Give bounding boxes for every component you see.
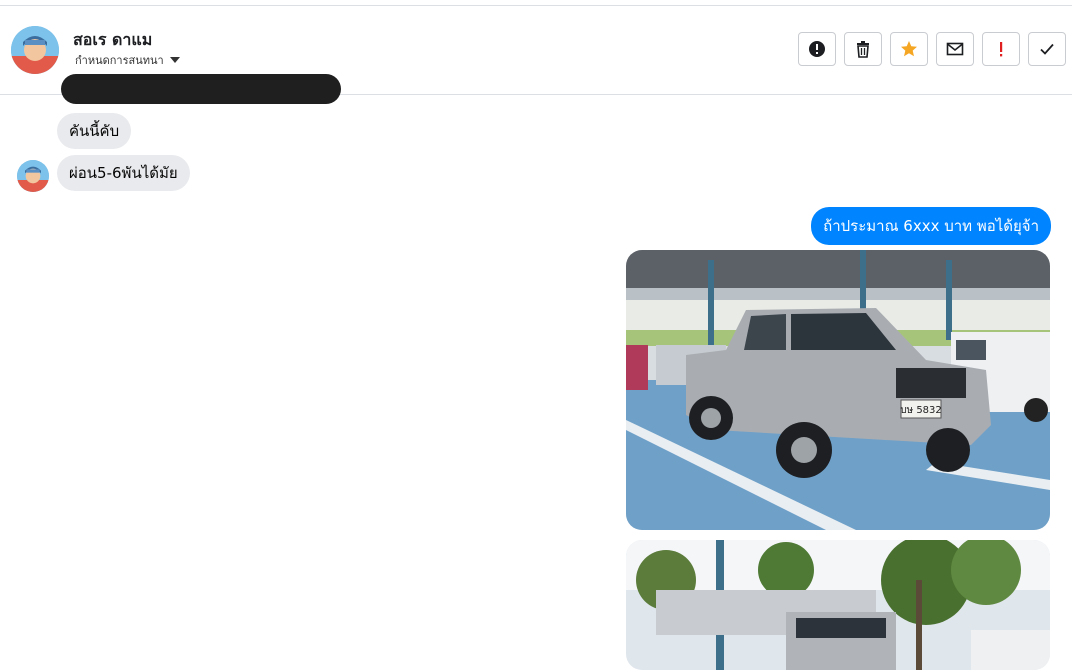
chevron-down-icon [169, 57, 180, 63]
envelope-icon [946, 42, 964, 56]
important-button[interactable] [982, 32, 1020, 66]
done-button[interactable] [1028, 32, 1066, 66]
star-icon [901, 41, 917, 57]
report-button[interactable] [798, 32, 836, 66]
outgoing-message[interactable]: ถ้าประมาณ 6xxx บาท พอได้ยุจ้า [811, 207, 1051, 245]
sender-avatar[interactable] [17, 160, 49, 192]
incoming-message[interactable]: ผ่อน5-6พันได้มัย [57, 155, 190, 191]
license-plate: บษ 5832 [900, 405, 942, 416]
car-photo-attachment[interactable] [626, 540, 1050, 670]
conversation-schedule-label: กำหนดการสนทนา [75, 54, 164, 67]
exclamation-icon [1000, 42, 1003, 57]
checkmark-icon [1040, 43, 1054, 55]
alert-circle-icon [809, 41, 825, 57]
car-photo-attachment[interactable]: บษ 5832 [626, 250, 1050, 530]
contact-avatar[interactable] [11, 26, 59, 74]
star-button[interactable] [890, 32, 928, 66]
conversation-toolbar [798, 32, 1066, 66]
contact-name[interactable]: สอเร ดาแม [73, 28, 152, 53]
trash-icon [857, 41, 869, 58]
incoming-message[interactable]: คันนี้คับ [57, 113, 132, 149]
previous-message-bubble[interactable] [61, 74, 341, 104]
conversation-schedule-dropdown[interactable]: กำหนดการสนทนา [75, 51, 180, 69]
mark-unread-button[interactable] [936, 32, 974, 66]
delete-button[interactable] [844, 32, 882, 66]
